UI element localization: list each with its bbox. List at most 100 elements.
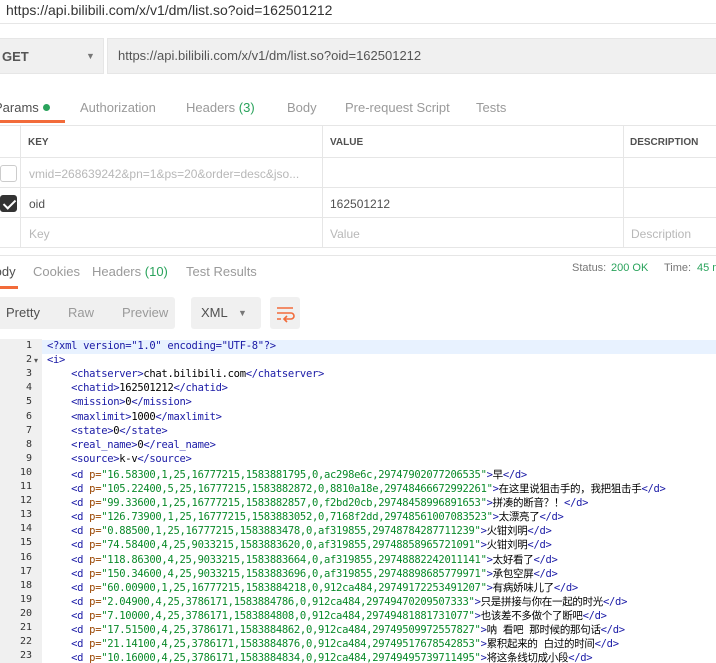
xml-close-tag: </source> [137,452,192,465]
xml-close-tag: </chatserver> [245,368,325,381]
code-line: <state>0</state> [47,424,168,437]
code-lines: 1 <?xml version="1.0" encoding="UTF-8"?> 2… [0,339,716,663]
xml-text: 累积起来的 白过的时间 [486,638,595,651]
xml-close-tag: </d> [539,511,564,524]
request-bar: GET ▼ https://api.bilibili.com/x/v1/dm/l… [0,24,716,86]
tab-authorization[interactable]: Authorization [80,100,156,115]
wrap-lines-icon [277,307,295,323]
xml-open-tag: <d [71,624,90,636]
xml-open-tag: <d [71,525,90,538]
col-key-header: KEY [28,137,49,148]
xml-open-tag: <d [71,468,90,481]
xml-close-tag: </d> [641,483,666,495]
method-select[interactable]: GET ▼ [0,38,104,74]
line-number: 9 [25,452,32,464]
url-input[interactable]: https://api.bilibili.com/x/v1/dm/list.so… [107,38,716,74]
tab-params[interactable]: Params [0,100,50,115]
param-checkbox[interactable] [0,165,17,182]
xml-attr: p= [89,525,102,538]
xml-text: 拼凑的断音？！ [492,497,565,510]
xml-text: 162501212 [119,382,174,395]
line-number: 6 [25,410,32,422]
code-line: <d p="16.58300,1,25,16777215,1583881795,… [47,467,527,482]
param-key[interactable]: oid [29,197,45,211]
code-line: <d p="60.00900,1,25,16777215,1583884218,… [47,580,578,595]
active-tab-indicator [0,120,65,123]
xml-text: 承包空屏 [492,567,534,580]
xml-open-tag: <d [71,638,90,651]
xml-attr-value: "74.58400,4,25,9033215,1583883620,0,af31… [101,539,481,552]
params-table: KEY VALUE DESCRIPTION vmid=268639242&pn=… [0,125,716,248]
response-toolbar: Pretty Raw Preview XML ▼ [0,297,716,333]
xml-close-tag: </d> [603,595,628,608]
xml-attr: p= [89,511,102,524]
line-number: 10 [19,466,32,478]
line-number: 17 [19,565,32,577]
tab-response-body[interactable]: Body [0,264,16,279]
format-select[interactable]: XML ▼ [191,297,261,329]
line-number: 5 [25,396,32,408]
tab-response-headers[interactable]: Headers (10) [92,264,168,279]
xml-open-tag: <real_name> [71,438,138,451]
response-body-editor[interactable]: 1 <?xml version="1.0" encoding="UTF-8"?> 2… [0,339,716,663]
params-header-row: KEY VALUE DESCRIPTION [0,126,716,158]
line-number: 19 [19,593,32,605]
pretty-button[interactable]: Pretty [6,305,40,320]
xml-attr: p= [89,581,102,594]
line-number: 8 [25,438,32,450]
code-line: <d p="7.10000,4,25,3786171,1583884808,0,… [47,608,607,623]
param-value[interactable]: 162501212 [330,197,390,211]
line-number: 1 [25,340,32,351]
line-number: 12 [19,495,32,507]
xml-attr: p= [89,497,102,510]
col-description-header: DESCRIPTION [630,137,699,148]
xml-attr-value: "126.73900,1,25,16777215,1583883052,0,71… [101,511,493,524]
line-number: 7 [25,424,32,436]
xml-text: 太好看了 [492,553,534,566]
preview-button[interactable]: Preview [122,305,168,320]
tab-headers-count: (3) [238,100,255,115]
tab-prerequest-script[interactable]: Pre-request Script [345,100,450,115]
xml-text: 早 [492,468,504,481]
xml-text: 也该差不多做个了断吧 [480,609,583,622]
tab-headers[interactable]: Headers (3) [186,100,255,115]
xml-close-tag: </d> [594,638,619,651]
xml-attr-value: "7.10000,4,25,3786171,1583884808,0,912ca… [101,609,475,622]
tab-tests[interactable]: Tests [476,100,506,115]
code-line: <d p="2.04900,4,25,3786171,1583884786,0,… [47,594,627,609]
wrap-lines-button[interactable] [270,297,300,329]
xml-open-tag: <d [71,511,90,524]
xml-open-tag: <mission> [71,396,126,409]
raw-button[interactable]: Raw [68,305,94,320]
tab-cookies[interactable]: Cookies [33,264,80,279]
xml-text: 火钳刘明 [486,539,528,552]
param-key[interactable]: vmid=268639242&pn=1&ps=20&order=desc&jso… [29,167,299,181]
xml-text: 在这里说狙击手的，我把狙击手 [498,483,642,495]
code-line: <d p="74.58400,4,25,9033215,1583883620,0… [47,537,552,552]
xml-close-tag: </state> [119,424,168,437]
fold-toggle-icon[interactable]: ▾ [34,356,38,365]
line-number: 23 [19,650,32,662]
new-description-input[interactable]: Description [631,227,691,241]
xml-attr-value: "99.33600,1,25,16777215,1583882857,0,f2b… [101,497,487,510]
format-label: XML [201,305,228,320]
xml-close-tag: </d> [527,539,552,552]
new-value-input[interactable]: Value [330,227,360,241]
tab-headers-label: Headers [186,100,236,115]
new-key-input[interactable]: Key [29,227,50,241]
xml-text: 只是拼接与你在一起的时光 [480,595,604,608]
xml-text: k-v [119,452,138,465]
tab-test-results[interactable]: Test Results [186,264,257,279]
code-line: <d p="10.16000,4,25,3786171,1583884834,0… [47,650,593,663]
param-checkbox-checked[interactable] [0,195,17,212]
xml-text: 有病娇味儿了 [492,581,555,594]
xml-open-tag: <d [71,539,90,552]
code-line: <d p="99.33600,1,25,16777215,1583882857,… [47,495,588,510]
code-line: <d p="126.73900,1,25,16777215,1583883052… [47,509,564,524]
code-line: <d p="150.34600,4,25,9033215,1583883696,… [47,566,558,581]
tab-body[interactable]: Body [287,100,317,115]
xml-close-tag: </d> [502,468,527,481]
xml-close-tag: </d> [527,525,552,538]
response-tabs: Body Cookies Headers (10) Test Results S… [0,255,716,287]
xml-attr: p= [89,624,102,636]
